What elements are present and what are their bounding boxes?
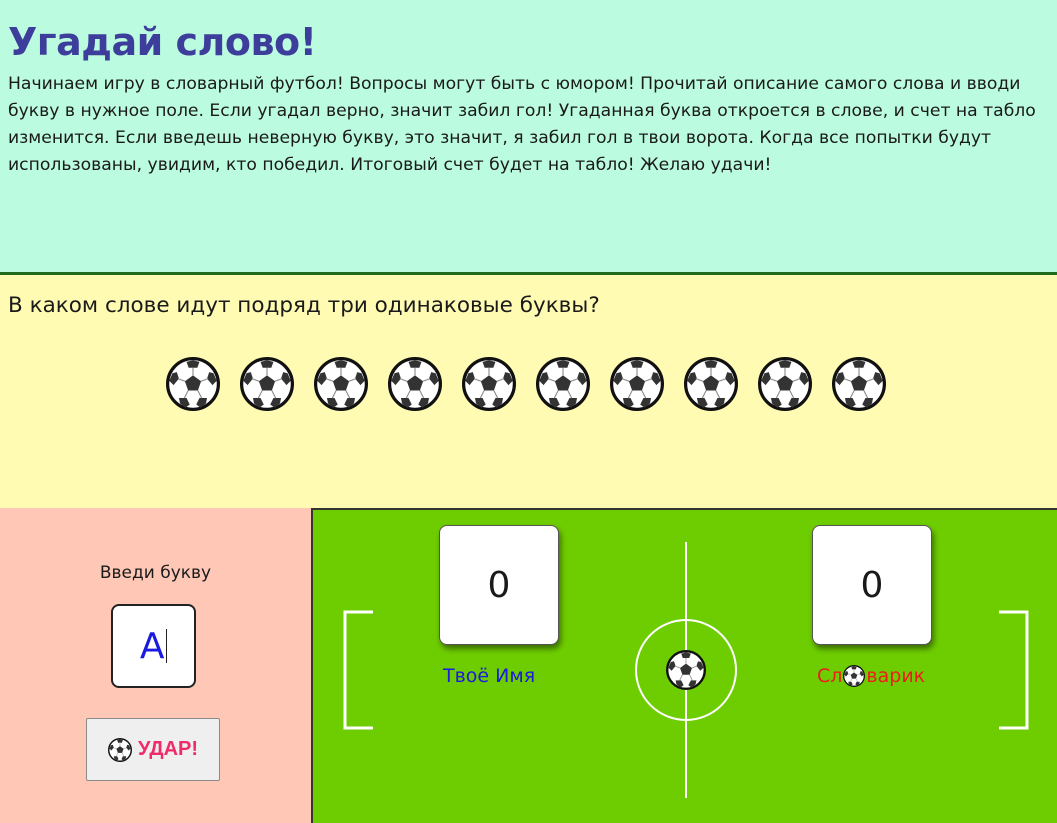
kick-button-label: УДАР! bbox=[137, 738, 199, 760]
scoreboard-field: 0 0 Твоё Имя Сл варик bbox=[311, 508, 1057, 823]
letter-input-label: Введи букву bbox=[99, 563, 212, 583]
opponent-name-end: варик bbox=[866, 665, 926, 687]
opponent-name-start: Сл bbox=[817, 665, 843, 687]
soccer-ball-icon bbox=[843, 665, 865, 687]
input-panel: Введи букву А УДАР! bbox=[0, 508, 311, 823]
hidden-letter-ball-icon bbox=[388, 357, 442, 411]
hidden-letter-ball-icon bbox=[610, 357, 664, 411]
hidden-letter-ball-icon bbox=[462, 357, 516, 411]
kick-button[interactable]: УДАР! bbox=[86, 718, 220, 781]
hidden-letter-ball-icon bbox=[832, 357, 886, 411]
hidden-word-letters bbox=[166, 357, 886, 411]
hidden-letter-ball-icon bbox=[314, 357, 368, 411]
letter-input-value: А bbox=[139, 625, 165, 667]
left-goal bbox=[343, 610, 373, 730]
hidden-letter-ball-icon bbox=[684, 357, 738, 411]
question-text: В каком слове идут подряд три одинаковые… bbox=[8, 293, 600, 318]
right-goal bbox=[999, 610, 1029, 730]
question-panel: В каком слове идут подряд три одинаковые… bbox=[0, 272, 1057, 508]
page-title: Угадай слово! bbox=[8, 20, 317, 64]
soccer-ball-icon bbox=[666, 650, 706, 690]
hidden-letter-ball-icon bbox=[758, 357, 812, 411]
letter-input[interactable]: А bbox=[111, 604, 196, 688]
game-description: Начинаем игру в словарный футбол! Вопрос… bbox=[8, 74, 1036, 175]
player-name: Твоё Имя bbox=[443, 665, 536, 687]
hidden-letter-ball-icon bbox=[240, 357, 294, 411]
opponent-score: 0 bbox=[812, 525, 932, 645]
soccer-ball-icon bbox=[108, 738, 132, 762]
football-pitch bbox=[343, 542, 1029, 798]
hidden-letter-ball-icon bbox=[536, 357, 590, 411]
player-score: 0 bbox=[439, 525, 559, 645]
text-caret bbox=[165, 629, 168, 663]
opponent-name: Сл варик bbox=[817, 665, 925, 687]
hidden-letter-ball-icon bbox=[166, 357, 220, 411]
intro-panel: Угадай слово! Начинаем игру в словарный … bbox=[0, 0, 1057, 272]
